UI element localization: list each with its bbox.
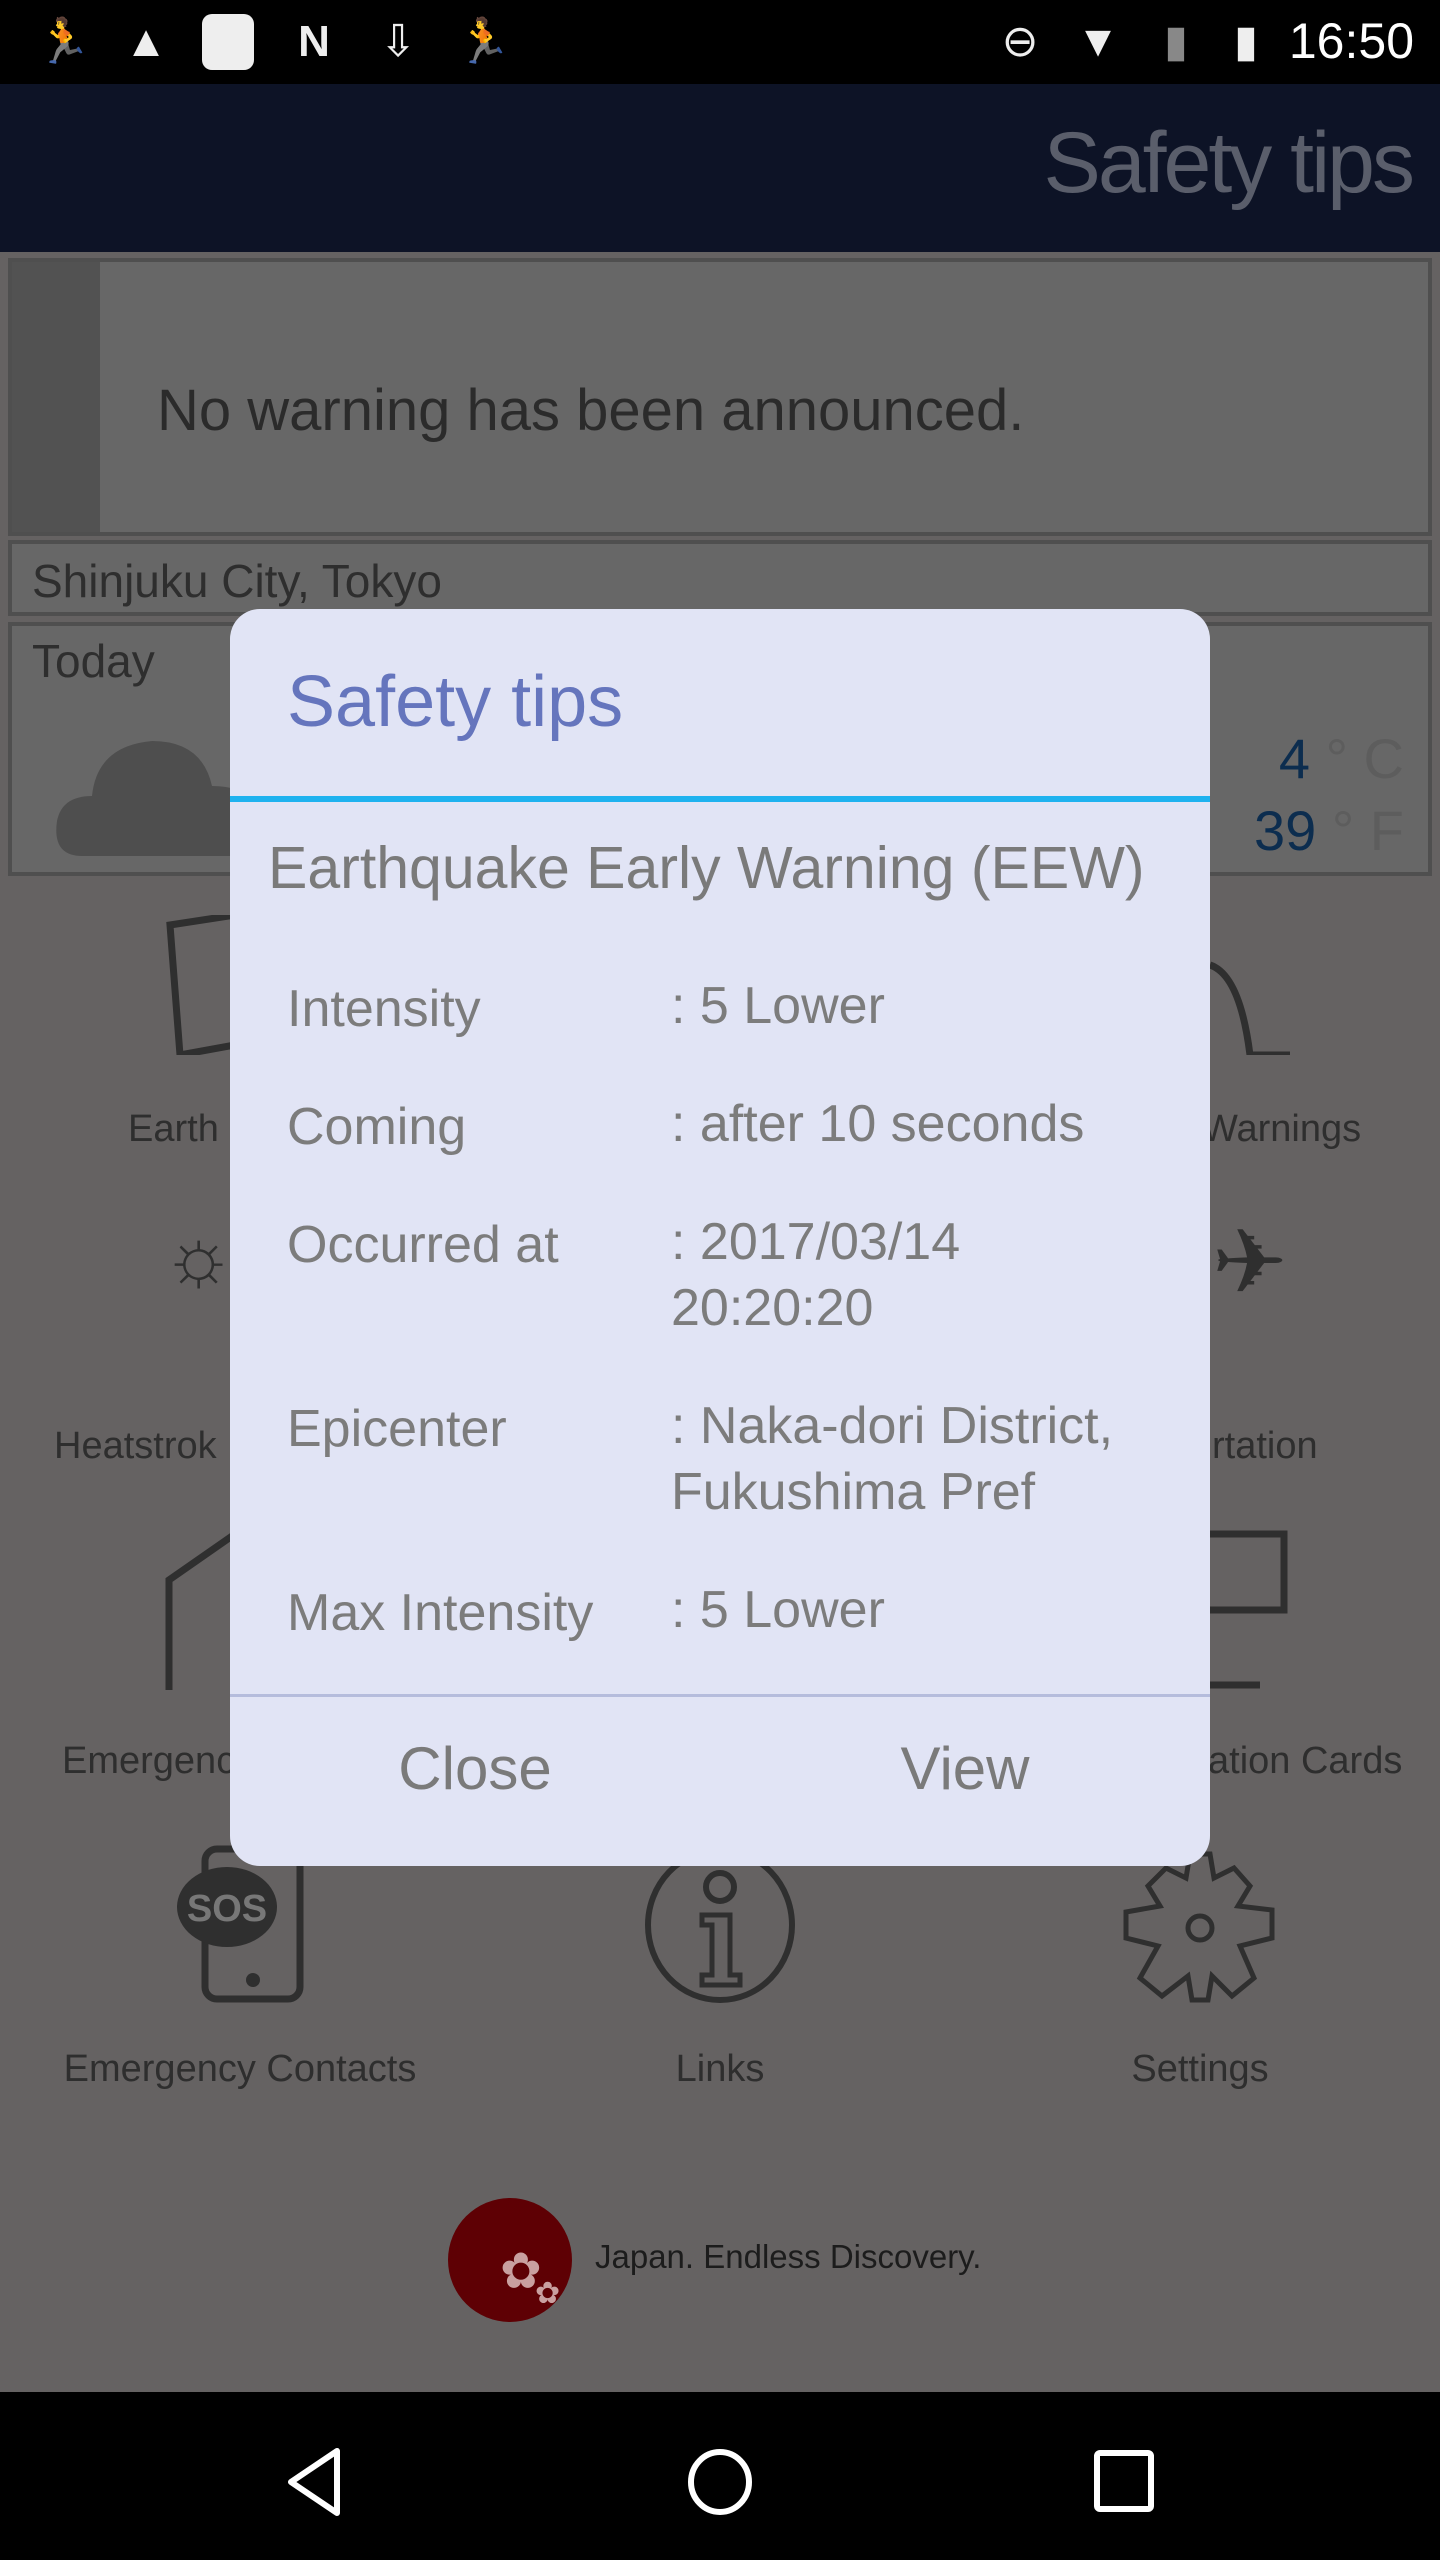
evacuation-icon: 🏃 [36,17,91,66]
status-bar: 🏃 ▲ N ⇩ 🏃 ⊖ ▼ ▮ ▮ 16:50 [0,0,1440,84]
svg-text:SOS: SOS [187,1888,267,1930]
sos-phone-icon: SOS [177,1845,304,2003]
close-button[interactable]: Close [265,1734,685,1803]
evacuation-icon: 🏃 [456,17,511,66]
menu-item-links[interactable]: Links [480,2048,960,2091]
location-row[interactable]: Shinjuku City, Tokyo [8,540,1432,616]
epicenter-label: Epicenter [287,1400,507,1458]
menu-item-heatstroke[interactable]: Heatstrok [54,1425,217,1468]
image-icon: ▲ [124,17,168,66]
temperature-celsius: 4 ° C [1278,727,1404,790]
gear-icon [1123,1851,1275,2003]
back-icon[interactable] [285,2447,345,2517]
intensity-label: Intensity [287,980,481,1038]
recents-icon[interactable] [1093,2449,1157,2515]
sakura-logo-icon: ✿ ✿ [448,2198,572,2322]
card-icon [1200,1530,1288,1689]
sun-icon: ☼ [162,1211,236,1300]
do-not-disturb-icon: ⊖ [1001,17,1039,66]
logo-text: Japan. Endless Discovery. [595,2238,982,2275]
home-icon[interactable] [686,2447,754,2517]
dialog-heading: Earthquake Early Warning (EEW) [268,835,1145,901]
n-icon: N [298,17,330,66]
intensity-value: : 5 Lower [671,977,885,1035]
eew-dialog: Safety tips Earthquake Early Warning (EE… [230,609,1210,1866]
occurred-label: Occurred at [287,1216,559,1274]
download-icon: ⇩ [379,17,417,66]
navigation-bar [0,2392,1440,2560]
no-sim-icon: ▮ [1163,17,1189,66]
max-intensity-value: : 5 Lower [671,1581,885,1639]
menu-item-emergency-contacts[interactable]: Emergency Contacts [0,2048,480,2091]
svg-text:✿: ✿ [535,2276,560,2311]
dialog-button-divider [230,1694,1210,1697]
occurred-value: : 2017/03/14 20:20:20 [671,1213,961,1337]
warning-text: No warning has been announced. [157,378,1025,443]
max-intensity-label: Max Intensity [287,1584,594,1642]
coming-value: : after 10 seconds [671,1095,1085,1153]
menu-item-information-cards[interactable]: ation Cards [1208,1740,1402,1783]
view-button[interactable]: View [755,1734,1175,1803]
menu-item-emergency[interactable]: Emergenc [62,1740,235,1783]
menu-item-earthquake[interactable]: Earth [128,1108,219,1151]
battery-charging-icon: ▮ [1233,17,1259,66]
weather-day: Today [32,635,155,687]
app-bar: Safety tips [0,84,1440,252]
warning-strip [12,262,100,532]
info-icon [645,1847,795,2003]
menu-item-transportation[interactable]: rtation [1212,1425,1318,1468]
warning-panel[interactable]: No warning has been announced. [8,258,1432,536]
menu-item-settings[interactable]: Settings [960,2048,1440,2091]
temperature-fahrenheit: 39 ° F [1253,799,1404,862]
blank-notification-icon [202,14,254,70]
japan-logo: ✿ ✿ Japan. Endless Discovery. [440,2188,1020,2328]
dialog-title-divider [230,796,1210,802]
clock: 16:50 [1288,13,1414,69]
menu-item-warnings[interactable]: Warnings [1202,1108,1361,1151]
coming-label: Coming [287,1098,467,1156]
volcano-icon [1210,961,1290,1055]
app-title: Safety tips [1043,115,1415,211]
wifi-icon: ▼ [1076,17,1120,66]
airplane-icon: ✈ [1212,1213,1288,1313]
epicenter-value: : Naka-dori District, Fukushima Pref [671,1397,1114,1521]
dialog-title: Safety tips [287,662,624,742]
